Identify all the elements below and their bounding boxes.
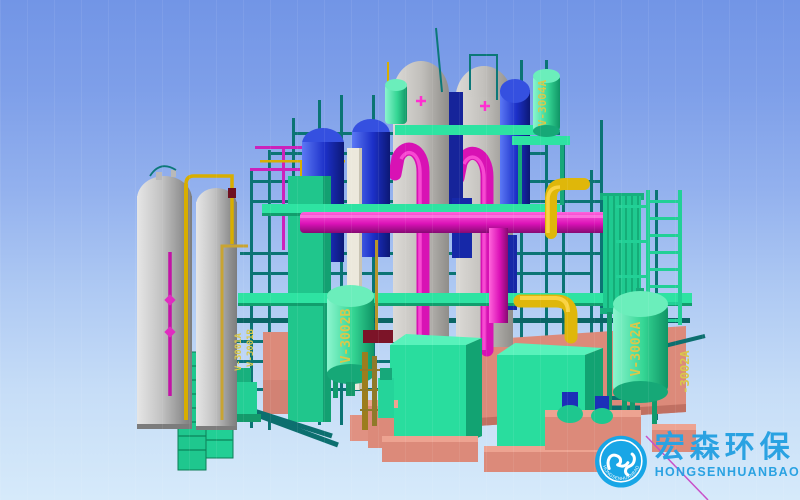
magenta-drop-pipe bbox=[489, 228, 508, 323]
maroon-valve-cluster bbox=[363, 330, 393, 343]
company-name-cn: 宏森环保 bbox=[655, 432, 800, 464]
company-name-en: HONGSENHUANBAO bbox=[655, 465, 800, 479]
label-v3004a: V-3004A bbox=[536, 79, 549, 126]
pump-body bbox=[591, 408, 613, 424]
upper-deck bbox=[395, 125, 540, 135]
label-v3002b: V-3002B bbox=[339, 308, 354, 363]
logo-text-block: 宏森环保 HONGSENHUANBAO bbox=[655, 432, 800, 479]
label-3002a-floating: -3002A bbox=[678, 350, 692, 394]
logo-mark: HONGSENHUANBAO bbox=[594, 424, 649, 500]
label-v3002a: V-3002A bbox=[629, 321, 644, 376]
v3004a-deck bbox=[512, 136, 570, 145]
storage-tank-a bbox=[137, 196, 192, 428]
company-logo: HONGSENHUANBAO 宏森环保 HONGSENHUANBAO bbox=[594, 424, 800, 500]
pump-body bbox=[378, 378, 394, 418]
label-v3001a: V-3001A bbox=[234, 332, 244, 371]
plant-3d-render: V-3004A V-3002B V-3002A -3002A V-3001A V… bbox=[0, 0, 800, 500]
pump-body bbox=[557, 405, 583, 423]
label-v3001b: V-3001B bbox=[246, 328, 256, 367]
maroon-valve bbox=[228, 188, 236, 198]
green-box bbox=[390, 345, 466, 443]
